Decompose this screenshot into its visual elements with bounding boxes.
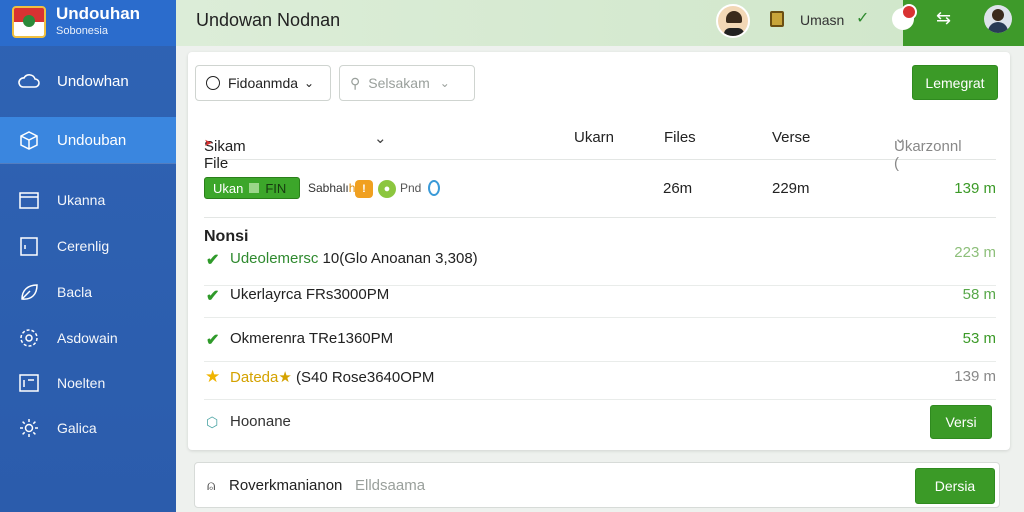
- sort-indicator: ➤: [204, 138, 213, 149]
- section-footer: ⬡ Hoonane: [204, 404, 996, 444]
- cell-size: 139 m: [954, 180, 996, 197]
- chevron-down-icon: ⌄: [439, 76, 450, 90]
- sidebar-item-undouban[interactable]: Undouban: [0, 117, 176, 163]
- gear-icon: [18, 327, 40, 349]
- sidebar-item-undowhan[interactable]: Undowhan: [0, 58, 176, 104]
- clipboard-icon: [18, 235, 40, 257]
- sidebar-item-label: Galica: [57, 420, 97, 436]
- search-select-placeholder: Selsakam: [368, 75, 430, 91]
- sidebar-item-label: Cerenlig: [57, 238, 110, 254]
- search-icon: ⚲: [350, 74, 361, 91]
- column-header-verse[interactable]: Verse: [772, 129, 810, 146]
- check-icon: ✔: [206, 252, 220, 269]
- cell-verse: 229m: [772, 180, 810, 197]
- clock-icon: [206, 76, 220, 90]
- star-icon: ★: [205, 367, 221, 386]
- column-header-files[interactable]: Files: [664, 129, 696, 146]
- bottom-input[interactable]: Elldsaama: [355, 477, 425, 494]
- brand-name: Undouhan: [56, 4, 141, 23]
- calendar-icon: [18, 189, 40, 211]
- bottom-bar: ⍝ Roverkmanianon Elldsaama Dersia: [194, 462, 1000, 508]
- check-icon: ✔: [206, 288, 220, 305]
- chevron-down-icon[interactable]: ⌄: [374, 129, 387, 147]
- swap-icon[interactable]: ⇆: [936, 8, 951, 29]
- top-bar: Undowan Nodnan Umasn ✓ ⇆: [176, 0, 1024, 46]
- sidebar-item-asdowain[interactable]: Asdowain: [0, 315, 176, 361]
- filter-select[interactable]: Fidoanmda ⌄: [195, 65, 331, 101]
- brand-subtitle: Sobonesia: [56, 25, 108, 37]
- box-icon: [18, 129, 40, 151]
- person-icon: ⍝: [207, 477, 216, 493]
- status-square-icon: [249, 183, 260, 193]
- sidebar-item-bacla[interactable]: Bacla: [0, 269, 176, 315]
- status-tag-value: FIN: [265, 180, 287, 196]
- divider: [0, 163, 176, 164]
- info-icon[interactable]: [428, 180, 440, 196]
- list-item-value: 223 m: [954, 244, 996, 261]
- settings-icon: [18, 417, 40, 439]
- check-icon[interactable]: ✓: [856, 8, 869, 28]
- logo-icon: [12, 6, 46, 38]
- column-header-ukarn[interactable]: Ukarn: [574, 129, 614, 146]
- document-icon: [18, 372, 40, 394]
- sidebar-item-cerenlig[interactable]: Cerenlig: [0, 223, 176, 269]
- table-row[interactable]: Ukan FIN Sabhalıh ! ● Pnd 26m 229m 139 m: [204, 162, 996, 218]
- globe-icon[interactable]: ●: [378, 180, 396, 198]
- status-tag-label: Ukan: [213, 180, 244, 196]
- row-tag: Pnd: [400, 181, 422, 195]
- versi-button[interactable]: Versi: [930, 405, 992, 439]
- column-header-ukarzonnl[interactable]: Ukarzonnl ( ⌄: [894, 129, 962, 172]
- list-item-text: Dateda★ (S40 Rose3640OPM: [230, 369, 435, 386]
- status-tag[interactable]: Ukan FIN: [204, 177, 300, 199]
- list-item-value: 139 m: [954, 368, 996, 385]
- list-item-text: Ukerlayrca FRs3000PM: [230, 286, 390, 303]
- page-title: Undowan Nodnan: [196, 10, 341, 30]
- list-item-text: Udeolemersc 10(Glo Anoanan 3,308): [230, 250, 478, 267]
- sidebar-item-noelten[interactable]: Noelten: [0, 360, 176, 406]
- sidebar-item-ukanna[interactable]: Ukanna: [0, 177, 176, 223]
- sidebar-item-label: Noelten: [57, 375, 106, 391]
- list-item[interactable]: ★ Dateda★ (S40 Rose3640OPM 139 m: [204, 356, 996, 400]
- sidebar-item-label: Ukanna: [57, 192, 106, 208]
- notification-icon[interactable]: [892, 4, 917, 30]
- footer-label: Hoonane: [230, 413, 291, 430]
- brand[interactable]: Undouhan Sobonesia: [0, 0, 176, 46]
- sidebar-item-label: Undowhan: [57, 72, 129, 90]
- table-header: Sikam File ➤ ⌄ Ukarn Files Verse Ukarzon…: [204, 120, 996, 172]
- sidebar-item-galica[interactable]: Galica: [0, 405, 176, 451]
- avatar[interactable]: [716, 4, 750, 38]
- list-item-text: Okmerenra TRe1360PM: [230, 330, 394, 347]
- bottom-label: Roverkmanianon: [229, 477, 343, 494]
- list-item[interactable]: ✔ Ukerlayrca FRs3000PM 58 m: [204, 274, 996, 318]
- filter-select-value: Fidoanmda: [228, 75, 299, 91]
- hexagon-icon: ⬡: [206, 414, 219, 430]
- cell-files: 26m: [663, 180, 693, 197]
- alert-icon[interactable]: !: [355, 180, 373, 198]
- user-name[interactable]: Umasn: [800, 12, 844, 28]
- leaf-icon: [18, 281, 40, 303]
- sidebar-item-label: Bacla: [57, 284, 93, 300]
- list-item-value: 58 m: [962, 286, 996, 303]
- profile-avatar[interactable]: [984, 5, 1012, 33]
- sidebar-item-label: Asdowain: [57, 330, 118, 346]
- search-select[interactable]: ⚲ Selsakam ⌄: [339, 65, 475, 101]
- list-item-value: 53 m: [962, 330, 996, 347]
- cloud-icon: [18, 70, 40, 92]
- sidebar-item-label: Undouban: [57, 131, 127, 149]
- book-icon[interactable]: [770, 11, 784, 27]
- main-card: Fidoanmda ⌄ ⚲ Selsakam ⌄ Lemegrat Sikam …: [188, 52, 1010, 450]
- check-icon: ✔: [206, 332, 220, 349]
- chevron-down-icon: ⌄: [304, 76, 315, 90]
- dersia-button[interactable]: Dersia: [915, 468, 995, 504]
- sidebar: Undouhan Sobonesia Undowhan Undouban Uka…: [0, 0, 176, 512]
- action-button[interactable]: Lemegrat: [912, 65, 998, 100]
- row-label: Sabhalıh: [308, 181, 356, 195]
